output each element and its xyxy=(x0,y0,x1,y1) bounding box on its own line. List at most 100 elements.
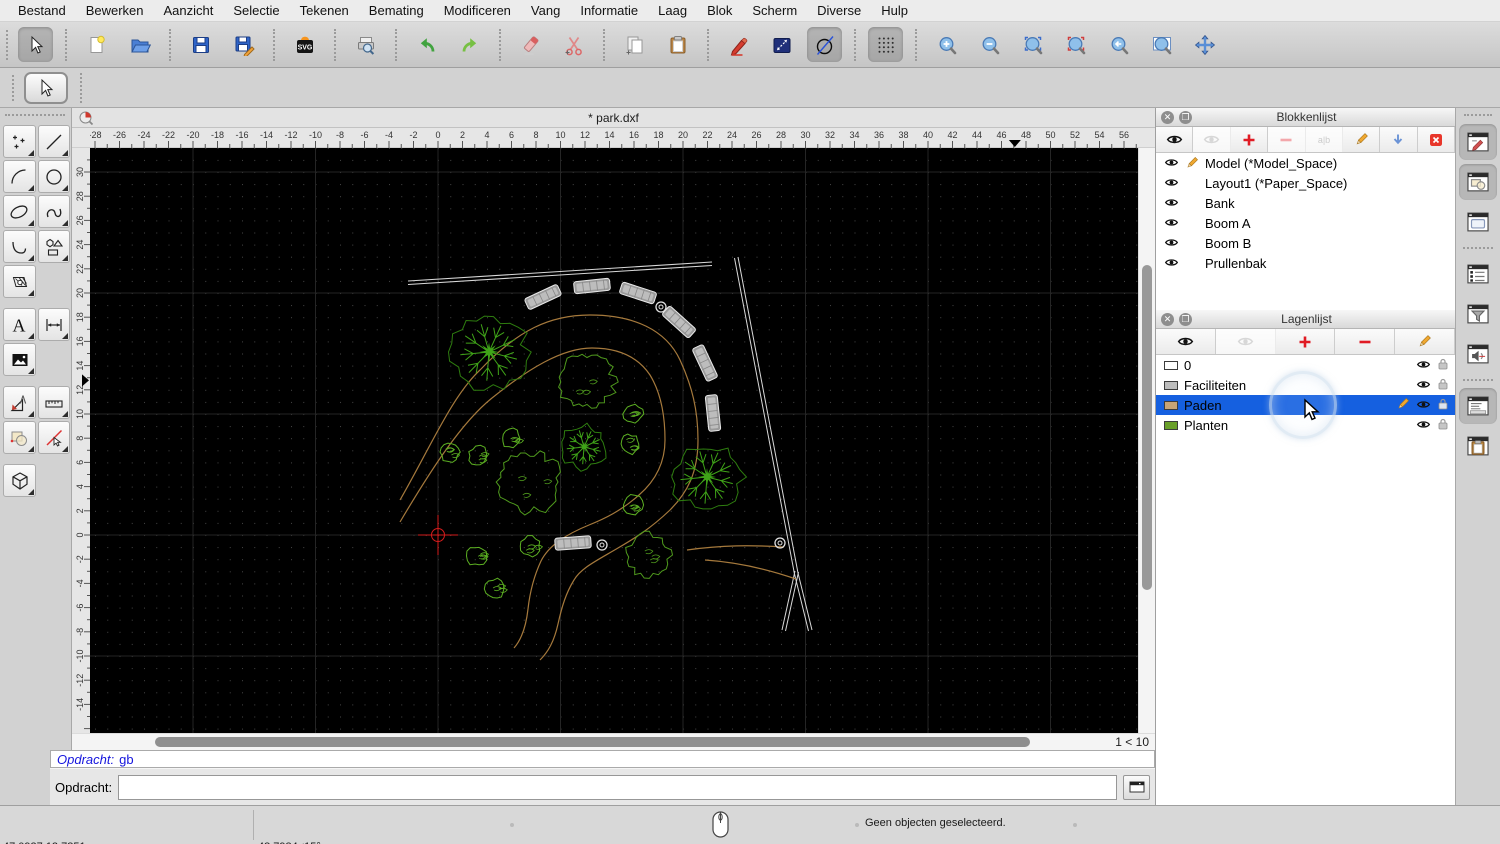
grid-snap-button[interactable] xyxy=(868,27,903,62)
shapes-tool-button[interactable] xyxy=(37,230,70,263)
menu-item-vang[interactable]: Vang xyxy=(521,3,570,18)
rename-block-button[interactable]: a|b xyxy=(1305,127,1343,152)
menu-item-bestand[interactable]: Bestand xyxy=(8,3,76,18)
show-all-eye-button[interactable] xyxy=(1156,127,1194,152)
command-window-toggle-button[interactable] xyxy=(1123,774,1150,800)
menu-item-bemating[interactable]: Bemating xyxy=(359,3,434,18)
layer-lock-icon[interactable] xyxy=(1437,357,1449,373)
open-file-button[interactable] xyxy=(122,27,157,62)
drawing-canvas[interactable] xyxy=(90,148,1138,733)
layer-list-item[interactable]: 0 xyxy=(1156,355,1455,375)
hatch-tool-button[interactable] xyxy=(3,265,36,298)
detach-icon[interactable]: ❐ xyxy=(1179,312,1192,326)
close-icon[interactable]: ✕ xyxy=(1161,110,1174,124)
print-preview-button[interactable] xyxy=(348,27,383,62)
command-input[interactable] xyxy=(118,774,1117,800)
menu-item-tekenen[interactable]: Tekenen xyxy=(290,3,359,18)
spline-tool-button[interactable] xyxy=(37,195,70,228)
detach-icon[interactable]: ❐ xyxy=(1179,110,1192,124)
layer-list-item[interactable]: Faciliteiten xyxy=(1156,375,1455,395)
panel-toggle-selection-filter[interactable] xyxy=(1459,296,1497,332)
save-as-button[interactable] xyxy=(226,27,261,62)
ellipse-tool-button[interactable] xyxy=(3,195,36,228)
panel-toggle-command-history[interactable] xyxy=(1459,388,1497,424)
menu-item-scherm[interactable]: Scherm xyxy=(742,3,807,18)
close-icon[interactable]: ✕ xyxy=(1161,312,1174,326)
visibility-eye-icon[interactable] xyxy=(1164,216,1179,231)
insert-block-button[interactable] xyxy=(1380,127,1418,152)
polyline-tool-button[interactable] xyxy=(3,230,36,263)
edit-layer-button[interactable] xyxy=(1395,329,1455,354)
snap-tool-button[interactable] xyxy=(37,421,70,454)
save-button[interactable] xyxy=(183,27,218,62)
vertical-scrollbar[interactable] xyxy=(1138,148,1155,733)
visibility-eye-icon[interactable] xyxy=(1164,196,1179,211)
hide-all-eye-button[interactable] xyxy=(1215,329,1276,354)
panel-toggle-clipboard-viewer[interactable] xyxy=(1459,428,1497,464)
block-list-item[interactable]: Prullenbak xyxy=(1156,253,1455,273)
freehand-draw-button[interactable] xyxy=(721,27,756,62)
line-tool-button[interactable] xyxy=(37,125,70,158)
zoom-window-button[interactable] xyxy=(1144,27,1179,62)
menu-item-modificeren[interactable]: Modificeren xyxy=(434,3,521,18)
visibility-eye-icon[interactable] xyxy=(1164,236,1179,251)
zoom-selection-button[interactable] xyxy=(1058,27,1093,62)
zoom-auto-button[interactable] xyxy=(1015,27,1050,62)
arc-tool-button[interactable] xyxy=(3,160,36,193)
block-list-item[interactable]: Boom A xyxy=(1156,213,1455,233)
copy-button[interactable] xyxy=(617,27,652,62)
new-file-button[interactable] xyxy=(79,27,114,62)
layer-lock-icon[interactable] xyxy=(1437,397,1449,413)
panel-toggle-property-editor[interactable] xyxy=(1459,124,1497,160)
menu-item-informatie[interactable]: Informatie xyxy=(570,3,648,18)
layer-visibility-eye-icon[interactable] xyxy=(1416,358,1431,373)
eraser-button[interactable] xyxy=(513,27,548,62)
layer-visibility-eye-icon[interactable] xyxy=(1416,378,1431,393)
construction-tool-button[interactable] xyxy=(3,386,36,419)
add-layer-button[interactable] xyxy=(1275,329,1336,354)
remove-layer-button[interactable] xyxy=(1335,329,1396,354)
zoom-in-button[interactable] xyxy=(929,27,964,62)
remove-block-button[interactable] xyxy=(1268,127,1306,152)
distance-measure-button[interactable] xyxy=(764,27,799,62)
menu-item-blok[interactable]: Blok xyxy=(697,3,742,18)
show-all-eye-button[interactable] xyxy=(1156,329,1216,354)
edit-block-button[interactable] xyxy=(1342,127,1381,152)
visibility-eye-icon[interactable] xyxy=(1164,156,1179,171)
layer-list-item[interactable]: Paden xyxy=(1156,395,1455,415)
svg-export-button[interactable]: SVG xyxy=(287,27,322,62)
modify-tool-button[interactable] xyxy=(3,421,36,454)
visibility-eye-icon[interactable] xyxy=(1164,256,1179,271)
layer-lock-icon[interactable] xyxy=(1437,377,1449,393)
pan-button[interactable] xyxy=(1187,27,1222,62)
menu-item-hulp[interactable]: Hulp xyxy=(871,3,918,18)
redo-button[interactable] xyxy=(452,27,487,62)
horizontal-scrollbar[interactable]: 1 < 10 xyxy=(72,733,1155,750)
layer-list-item[interactable]: Planten xyxy=(1156,415,1455,435)
block-list-item[interactable]: Model (*Model_Space) xyxy=(1156,153,1455,173)
zoom-out-button[interactable] xyxy=(972,27,1007,62)
image-tool-button[interactable] xyxy=(3,343,36,376)
paste-button[interactable] xyxy=(660,27,695,62)
panel-toggle-library-browser[interactable] xyxy=(1459,204,1497,240)
text-tool-button[interactable]: A xyxy=(3,308,36,341)
horizontal-scrollbar-thumb[interactable] xyxy=(155,737,1030,747)
layer-visibility-eye-icon[interactable] xyxy=(1416,398,1431,413)
block-list-item[interactable]: Boom B xyxy=(1156,233,1455,253)
panel-toggle-selection-properties[interactable] xyxy=(1459,164,1497,200)
menu-item-aanzicht[interactable]: Aanzicht xyxy=(154,3,224,18)
zoom-previous-button[interactable] xyxy=(1101,27,1136,62)
undo-button[interactable] xyxy=(409,27,444,62)
circle-line-button[interactable] xyxy=(807,27,842,62)
hide-all-eye-button[interactable] xyxy=(1193,127,1231,152)
selection-pointer-button[interactable] xyxy=(18,27,53,62)
menu-item-selectie[interactable]: Selectie xyxy=(223,3,289,18)
dimension-tool-button[interactable] xyxy=(37,308,70,341)
visibility-eye-icon[interactable] xyxy=(1164,176,1179,191)
panel-toggle-command-announcer[interactable] xyxy=(1459,336,1497,372)
purge-block-button[interactable] xyxy=(1417,127,1455,152)
block-list-item[interactable]: Bank xyxy=(1156,193,1455,213)
solid-tool-button[interactable] xyxy=(3,464,36,497)
vertical-scrollbar-thumb[interactable] xyxy=(1142,265,1152,590)
cut-button[interactable] xyxy=(556,27,591,62)
